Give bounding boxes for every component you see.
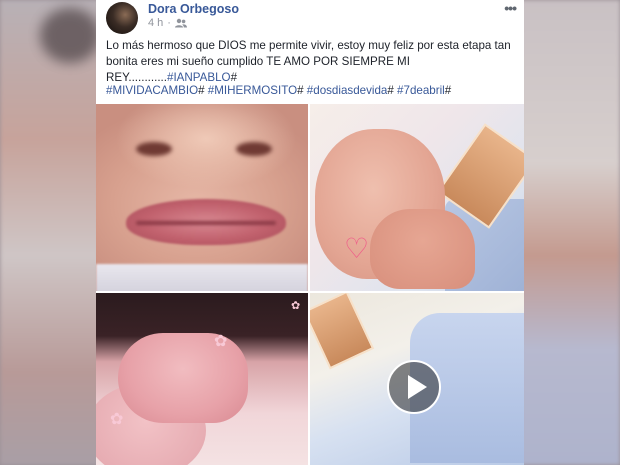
hashtag-link-mividacambio[interactable]: #MIVIDACAMBIO bbox=[106, 84, 198, 97]
hashtag-line: #MIVIDACAMBIO# #MIHERMOSITO# #dosdiasdev… bbox=[106, 84, 516, 97]
heart-icon: ♡ bbox=[344, 233, 370, 264]
post-message-tail: # bbox=[230, 71, 238, 84]
hashtag-link-7deabril[interactable]: #7deabril bbox=[397, 84, 445, 97]
blurred-backdrop-right bbox=[520, 0, 620, 465]
author-name[interactable]: Dora Orbegoso bbox=[148, 2, 239, 16]
avatar[interactable] bbox=[106, 2, 138, 34]
separator-dot: · bbox=[167, 17, 171, 29]
sticker-decoration bbox=[310, 293, 375, 370]
hashtag-separator: # bbox=[198, 84, 208, 97]
photo-detail bbox=[370, 209, 475, 289]
hashtag-separator: # bbox=[444, 84, 452, 97]
hashtag-link-mihermosito[interactable]: #MIHERMOSITO bbox=[208, 84, 297, 97]
photo-detail bbox=[136, 142, 172, 156]
photo-detail bbox=[96, 264, 308, 291]
flower-sticker-icon: ✿ bbox=[291, 300, 301, 312]
baby-hand-holding-finger-photo[interactable]: ♡ bbox=[310, 104, 524, 291]
photo-detail bbox=[236, 142, 272, 156]
blurred-backdrop-left bbox=[0, 0, 100, 465]
post-time[interactable]: 4 h bbox=[148, 17, 163, 29]
baby-video-thumbnail[interactable] bbox=[310, 293, 524, 465]
post-meta: 4 h · bbox=[148, 17, 187, 29]
blurred-backdrop-shape bbox=[40, 8, 100, 63]
post-card: Dora Orbegoso 4 h · ••• Lo más hermoso q… bbox=[96, 0, 524, 465]
flower-sticker-icon: ✿ bbox=[110, 411, 124, 428]
flower-sticker-icon: ✿ bbox=[214, 333, 228, 350]
hashtag-link-dosdiasdevida[interactable]: #dosdiasdevida bbox=[307, 84, 388, 97]
friends-audience-icon[interactable] bbox=[174, 18, 187, 28]
photo-detail bbox=[118, 333, 248, 423]
post-header: Dora Orbegoso 4 h · ••• bbox=[96, 0, 524, 34]
baby-lips-photo[interactable] bbox=[96, 104, 308, 291]
baby-fist-photo[interactable]: ✿ ✿ ✿ bbox=[96, 293, 308, 465]
post-options-button[interactable]: ••• bbox=[504, 0, 517, 16]
hashtag-link-ianpablo[interactable]: #IANPABLO bbox=[167, 71, 231, 84]
play-icon[interactable] bbox=[387, 360, 441, 414]
photo-detail bbox=[136, 221, 276, 225]
photo-grid: ♡ ✿ ✿ ✿ bbox=[96, 104, 524, 465]
hashtag-separator: # bbox=[387, 84, 398, 97]
post-message: Lo más hermoso que DIOS me permite vivir… bbox=[106, 38, 514, 86]
hashtag-separator: # bbox=[297, 84, 307, 97]
